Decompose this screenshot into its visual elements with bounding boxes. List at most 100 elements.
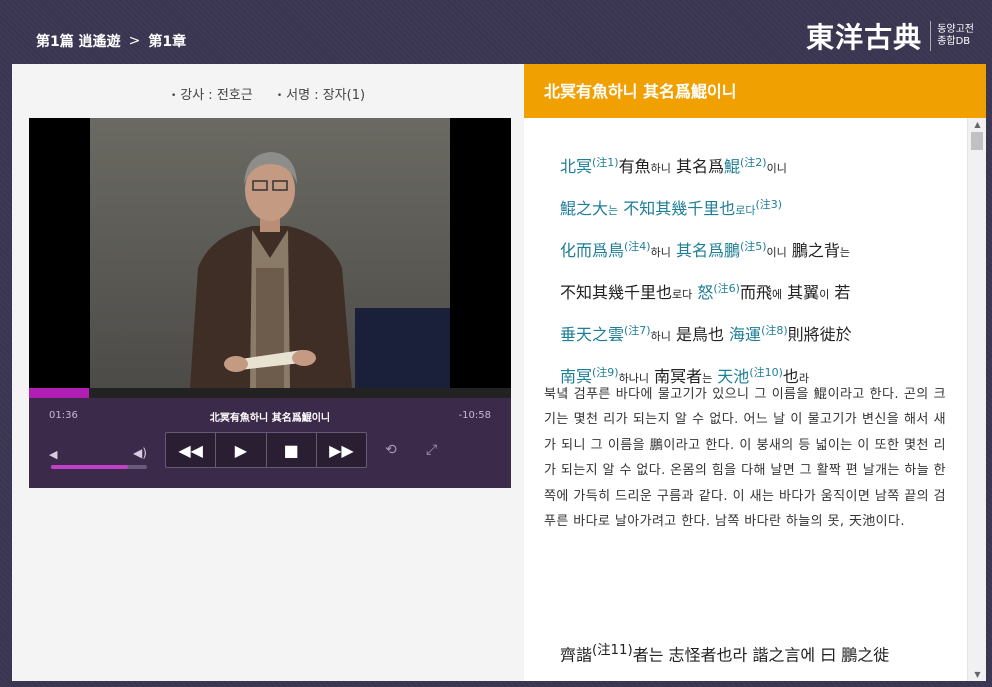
scroll-up-icon[interactable]: ▲ xyxy=(968,120,986,129)
top-bar: 第1篇 逍遙遊 > 第1章 東洋古典 동양고전 종합DB xyxy=(0,0,992,64)
hanja-text: 而飛 xyxy=(739,283,772,302)
play-button[interactable]: ▶ xyxy=(216,433,267,467)
volume-low-icon[interactable]: ◀ xyxy=(49,448,57,461)
footnote-link[interactable]: (注3) xyxy=(755,198,782,211)
footnote-link[interactable]: (注6) xyxy=(713,282,740,295)
transport-buttons: ◀◀ ▶ ■ ▶▶ xyxy=(165,432,367,468)
classical-line: 鯤之大는 不知其幾千里也로다(注3) xyxy=(560,187,960,229)
hangul-particle: 라 xyxy=(732,645,748,665)
footnote-link[interactable]: (注2) xyxy=(740,156,767,169)
logo-subtitle: 동양고전 종합DB xyxy=(937,24,974,48)
stop-button[interactable]: ■ xyxy=(267,433,317,467)
breadcrumb-separator: > xyxy=(128,33,141,49)
hanja-text[interactable]: 不知其幾千里也 xyxy=(618,199,735,218)
repeat-icon[interactable]: ⟲ xyxy=(385,442,397,458)
now-playing-title: 北冥有魚하니 其名爲鯤이니 xyxy=(209,413,331,424)
hanja-text[interactable]: 化而爲鳥 xyxy=(560,241,624,260)
breadcrumb: 第1篇 逍遙遊 > 第1章 xyxy=(36,31,186,51)
hanja-text: 諧之言 xyxy=(747,645,801,665)
bullet-icon: • xyxy=(276,90,283,101)
hangul-particle: 하니 xyxy=(650,246,671,259)
hangul-particle[interactable]: 로다 xyxy=(735,204,755,217)
site-logo[interactable]: 東洋古典 동양고전 종합DB xyxy=(806,16,974,56)
classical-text: 北冥(注1)有魚하니 其名爲鯤(注2)이니 鯤之大는 不知其幾千里也로다(注3) 化… xyxy=(560,145,960,397)
footnote-link[interactable]: (注8) xyxy=(761,324,788,337)
passage-title: 北冥有魚하니 其名爲鯤이니 xyxy=(524,64,986,118)
video-player[interactable]: 01:36 北冥有魚하니 其名爲鯤이니 -10:58 ◀ ◀) ◀◀ ▶ ■ ▶… xyxy=(29,118,511,488)
hanja-text[interactable]: 鯤之大 xyxy=(560,199,608,218)
hanja-text[interactable]: 北冥 xyxy=(560,157,592,176)
book-info: • 서명 : 장자(1) xyxy=(277,88,365,103)
korean-translation: 북녘 검푸른 바다에 물고기가 있으니 그 이름을 鯤이라고 한다. 곤의 크기… xyxy=(544,387,946,530)
hanja-text: 志怪者也 xyxy=(663,645,733,665)
rewind-button[interactable]: ◀◀ xyxy=(166,433,217,467)
volume-level xyxy=(51,465,128,469)
logo-sub-line1: 동양고전 xyxy=(937,24,974,35)
classical-line: 化而爲鳥(注4)하니 其名爲鵬(注5)이니 鵬之背는 xyxy=(560,229,960,271)
hangul-particle: 하니 xyxy=(650,162,671,175)
stop-icon: ■ xyxy=(283,440,299,460)
footnote-link[interactable]: (注11) xyxy=(592,643,633,658)
remaining-time: -10:58 xyxy=(458,410,491,421)
bullet-icon: • xyxy=(170,90,177,101)
progress-bar[interactable] xyxy=(29,388,511,398)
footnote-link[interactable]: (注1) xyxy=(592,156,619,169)
hangul-particle: 이 xyxy=(819,288,830,301)
footnote-link[interactable]: (注7) xyxy=(624,324,651,337)
footnote-link[interactable]: (注4) xyxy=(624,240,651,253)
breadcrumb-part[interactable]: 第1篇 逍遙遊 xyxy=(36,31,121,51)
classical-line: 北冥(注1)有魚하니 其名爲鯤(注2)이니 xyxy=(560,145,960,187)
scroll-down-icon[interactable]: ▼ xyxy=(968,670,986,679)
volume-high-icon[interactable]: ◀) xyxy=(133,446,147,460)
play-icon: ▶ xyxy=(234,440,248,460)
book-label: 서명 : 장자(1) xyxy=(286,88,366,103)
hanja-text[interactable]: 齊諧 xyxy=(560,645,592,664)
hangul-particle: 이니 xyxy=(766,246,787,259)
scrollbar[interactable]: ▲ ▼ xyxy=(967,118,986,681)
logo-divider xyxy=(930,21,932,51)
fullscreen-icon[interactable]: ⤢ xyxy=(426,442,437,458)
hangul-particle: 는 xyxy=(648,645,664,665)
hanja-text: 則將徙於 xyxy=(787,325,852,344)
footnote-link[interactable]: (注10) xyxy=(749,366,783,379)
classical-line: 齊諧(注11)者는 志怪者也라 諧之言에 曰 鵬之徙 xyxy=(560,633,960,673)
hanja-text: 若 xyxy=(829,283,851,302)
lecturer-info: • 강사 : 전호근 xyxy=(171,88,253,103)
lecturer-label: 강사 : 전호근 xyxy=(180,88,253,103)
logo-sub-line2: 종합DB xyxy=(937,36,971,47)
hangul-particle: 로다 xyxy=(672,288,693,301)
hanja-text[interactable]: 其名爲鵬 xyxy=(671,241,740,260)
lecture-panel: • 강사 : 전호근 • 서명 : 장자(1) 01:36 北冥有魚하니 其名爲… xyxy=(12,64,524,681)
classical-line: 垂天之雲(注7)하니 是鳥也 海運(注8)則將徙於 xyxy=(560,313,960,355)
hanja-text: 是鳥也 xyxy=(670,325,730,344)
hanja-text: 有魚 xyxy=(618,157,651,176)
hanja-text[interactable]: 海運 xyxy=(729,325,761,344)
scroll-thumb[interactable] xyxy=(971,132,983,150)
hanja-text[interactable]: 鯤 xyxy=(724,157,740,176)
lecturer-video-image xyxy=(190,152,352,388)
video-frame[interactable] xyxy=(90,118,450,388)
hangul-particle: 에 xyxy=(800,645,816,665)
footnote-link[interactable]: (注9) xyxy=(592,366,619,379)
logo-title: 東洋古典 xyxy=(806,21,923,54)
volume-slider[interactable] xyxy=(51,465,147,469)
hanja-text: 其名爲 xyxy=(670,157,724,176)
passage-content[interactable]: 北冥(注1)有魚하니 其名爲鯤(注2)이니 鯤之大는 不知其幾千里也로다(注3) 化… xyxy=(524,118,986,681)
footnote-link[interactable]: (注5) xyxy=(740,240,767,253)
fast-forward-button[interactable]: ▶▶ xyxy=(317,433,366,467)
hanja-text: 其翼 xyxy=(782,283,820,302)
hangul-particle: 하니 xyxy=(650,330,671,343)
hangul-particle: 에 xyxy=(771,288,783,301)
classical-line: 不知其幾千里也로다 怒(注6)而飛에 其翼이 若 xyxy=(560,271,960,313)
hangul-particle: 는 xyxy=(839,246,851,259)
progress-fill xyxy=(29,388,90,398)
hanja-text[interactable]: 垂天之雲 xyxy=(560,325,624,344)
breadcrumb-chapter[interactable]: 第1章 xyxy=(148,31,186,51)
hanja-text[interactable]: 怒 xyxy=(692,283,713,302)
rewind-icon: ◀◀ xyxy=(178,440,203,460)
fast-forward-icon: ▶▶ xyxy=(329,440,354,460)
hanja-text: 不知其幾千里也 xyxy=(560,283,673,302)
hangul-particle[interactable]: 는 xyxy=(608,204,618,217)
text-panel: 北冥有魚하니 其名爲鯤이니 北冥(注1)有魚하니 其名爲鯤(注2)이니 鯤之大는 … xyxy=(524,64,986,681)
classical-text-next: 齊諧(注11)者는 志怪者也라 諧之言에 曰 鵬之徙 xyxy=(560,633,960,673)
